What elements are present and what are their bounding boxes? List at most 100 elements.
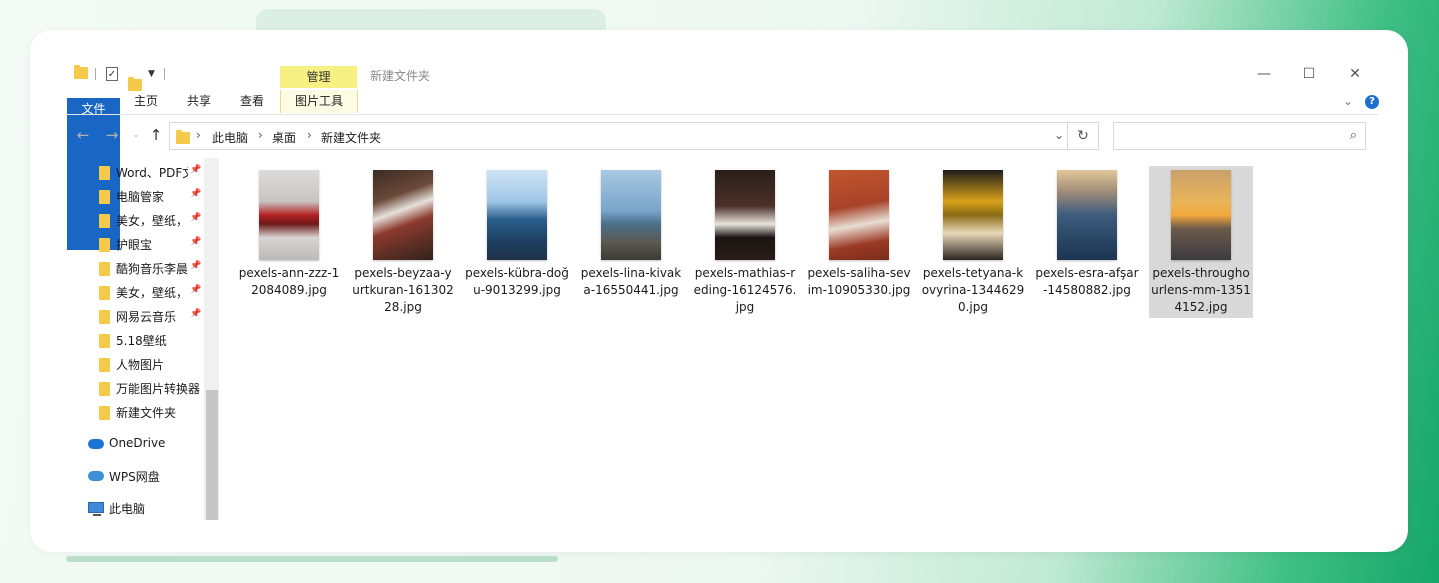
nav-item-wps-drive[interactable]: WPS网盘 <box>66 464 204 488</box>
file-name: pexels-tetyana-kovyrina-13446290.jpg <box>921 266 1025 314</box>
breadcrumb-desktop[interactable]: 桌面 <box>272 129 296 146</box>
tab-picture-tools[interactable]: 图片工具 <box>280 90 358 113</box>
pin-icon: 📌 <box>190 261 202 271</box>
navigation-pane: Word、PDF文 📌 电脑管家 📌 美女，壁纸， 📌 护眼宝 📌 酷狗音乐李晨… <box>66 158 219 520</box>
title-bar: ✓ ▼ 管理 新建文件夹 — ☐ ✕ <box>66 60 1379 91</box>
folder-icon <box>99 406 110 420</box>
search-box[interactable]: ⌕ <box>1113 122 1366 150</box>
nav-item-label: 人物图片 <box>116 358 165 372</box>
manage-tab[interactable]: 管理 <box>280 66 357 88</box>
up-arrow-icon[interactable]: ↑ <box>147 126 165 144</box>
breadcrumb-separator-icon[interactable]: › <box>307 128 312 142</box>
file-name: pexels-esra-afşar-14580882.jpg <box>1035 266 1139 297</box>
folder-icon <box>99 358 110 372</box>
image-thumbnail <box>943 170 1003 260</box>
folder-icon[interactable] <box>74 65 88 79</box>
nav-item-onedrive[interactable]: OneDrive <box>66 432 204 456</box>
breadcrumb-this-pc[interactable]: 此电脑 <box>212 129 248 146</box>
file-item[interactable]: pexels-mathias-reding-16124576.jpg <box>693 166 797 318</box>
pin-icon: 📌 <box>190 309 202 319</box>
file-item-selected[interactable]: pexels-throughourlens-mm-13514152.jpg <box>1149 166 1253 318</box>
file-item[interactable]: pexels-beyzaa-yurtkuran-16130228.jpg <box>351 166 455 318</box>
image-thumbnail <box>829 170 889 260</box>
pin-icon: 📌 <box>190 213 202 223</box>
breadcrumb-new-folder[interactable]: 新建文件夹 <box>321 129 381 146</box>
file-item[interactable]: pexels-lina-kivaka-16550441.jpg <box>579 166 683 318</box>
image-thumbnail <box>1171 170 1231 260</box>
pin-icon: 📌 <box>190 285 202 295</box>
ribbon-tabs: 文件 主页 共享 查看 图片工具 ⌄ ? <box>66 90 1379 250</box>
background-decoration-bar <box>66 556 558 562</box>
nav-item-quick-access[interactable]: Word、PDF文 📌 <box>66 160 204 184</box>
wps-cloud-icon <box>88 471 104 481</box>
customize-toolbar-dropdown-icon[interactable]: ▼ <box>148 69 155 79</box>
tab-home[interactable]: 主页 <box>126 90 166 113</box>
folder-icon <box>99 286 110 300</box>
nav-item-quick-access[interactable]: 网易云音乐 📌 <box>66 304 204 328</box>
onedrive-cloud-icon <box>88 439 104 449</box>
navigation-scrollbar-thumb[interactable] <box>206 390 218 520</box>
pin-icon: 📌 <box>190 189 202 199</box>
image-thumbnail <box>601 170 661 260</box>
file-item[interactable]: pexels-tetyana-kovyrina-13446290.jpg <box>921 166 1025 318</box>
refresh-icon[interactable]: ↻ <box>1067 123 1098 149</box>
folder-icon <box>99 262 110 276</box>
tab-view[interactable]: 查看 <box>232 90 272 113</box>
nav-item-quick-access[interactable]: 美女，壁纸， 📌 <box>66 280 204 304</box>
folder-icon <box>99 166 110 180</box>
search-icon[interactable]: ⌕ <box>1350 128 1357 143</box>
file-name: pexels-beyzaa-yurtkuran-16130228.jpg <box>352 266 454 314</box>
file-item[interactable]: pexels-esra-afşar-14580882.jpg <box>1035 166 1139 318</box>
search-input[interactable] <box>1118 124 1342 150</box>
nav-item-quick-access[interactable]: 护眼宝 📌 <box>66 232 204 256</box>
nav-item-label: 新建文件夹 <box>116 406 177 420</box>
ribbon-divider <box>66 114 1379 115</box>
address-dropdown-chevron-icon[interactable]: ⌄ <box>1054 128 1064 142</box>
file-name: pexels-mathias-reding-16124576.jpg <box>693 266 797 314</box>
back-arrow-icon[interactable]: ← <box>74 126 92 144</box>
expand-ribbon-chevron-icon[interactable]: ⌄ <box>1343 94 1353 108</box>
nav-item-label: 护眼宝 <box>116 238 153 252</box>
nav-item-label: 此电脑 <box>109 502 146 516</box>
nav-item-label: OneDrive <box>109 436 166 450</box>
quick-access-separator <box>95 68 96 80</box>
close-button[interactable]: ✕ <box>1340 64 1370 84</box>
nav-item-quick-access[interactable]: 酷狗音乐李晨 📌 <box>66 256 204 280</box>
nav-item-label: 5.18壁纸 <box>116 334 167 348</box>
file-name: pexels-ann-zzz-12084089.jpg <box>238 266 340 297</box>
image-thumbnail <box>373 170 433 260</box>
nav-item-label: WPS网盘 <box>109 470 160 484</box>
folder-icon <box>99 310 110 324</box>
breadcrumb-separator-icon[interactable]: › <box>196 128 201 142</box>
folder-icon <box>176 130 190 144</box>
tab-share[interactable]: 共享 <box>179 90 219 113</box>
file-item[interactable]: pexels-kübra-doğu-9013299.jpg <box>465 166 569 318</box>
forward-arrow-icon[interactable]: → <box>103 126 121 144</box>
file-item[interactable]: pexels-saliha-sevim-10905330.jpg <box>807 166 911 318</box>
recent-locations-chevron-icon[interactable]: ⌄ <box>127 126 145 144</box>
file-name: pexels-kübra-doğu-9013299.jpg <box>465 266 569 297</box>
nav-item-quick-access[interactable]: 万能图片转换器 <box>66 376 204 400</box>
breadcrumb-separator-icon[interactable]: › <box>258 128 263 142</box>
minimize-button[interactable]: — <box>1249 64 1279 84</box>
nav-item-quick-access[interactable]: 电脑管家 📌 <box>66 184 204 208</box>
folder-icon <box>99 214 110 228</box>
nav-item-label: 酷狗音乐李晨 <box>116 262 188 276</box>
image-thumbnail <box>715 170 775 260</box>
image-thumbnail <box>487 170 547 260</box>
image-thumbnail <box>1057 170 1117 260</box>
window-title: 新建文件夹 <box>370 69 431 83</box>
nav-item-quick-access[interactable]: 美女，壁纸， 📌 <box>66 208 204 232</box>
address-bar[interactable]: › 此电脑 › 桌面 › 新建文件夹 ⌄ ↻ <box>169 122 1099 150</box>
help-icon[interactable]: ? <box>1365 95 1379 109</box>
nav-item-quick-access[interactable]: 人物图片 <box>66 352 204 376</box>
folder-icon <box>99 238 110 252</box>
nav-item-quick-access[interactable]: 5.18壁纸 <box>66 328 204 352</box>
nav-item-this-pc[interactable]: 此电脑 <box>66 496 204 520</box>
folder-icon <box>99 190 110 204</box>
maximize-button[interactable]: ☐ <box>1294 64 1324 84</box>
nav-item-label: Word、PDF文 <box>116 166 188 180</box>
properties-icon[interactable]: ✓ <box>106 67 118 81</box>
nav-item-quick-access[interactable]: 新建文件夹 <box>66 400 204 424</box>
file-item[interactable]: pexels-ann-zzz-12084089.jpg <box>237 166 341 318</box>
